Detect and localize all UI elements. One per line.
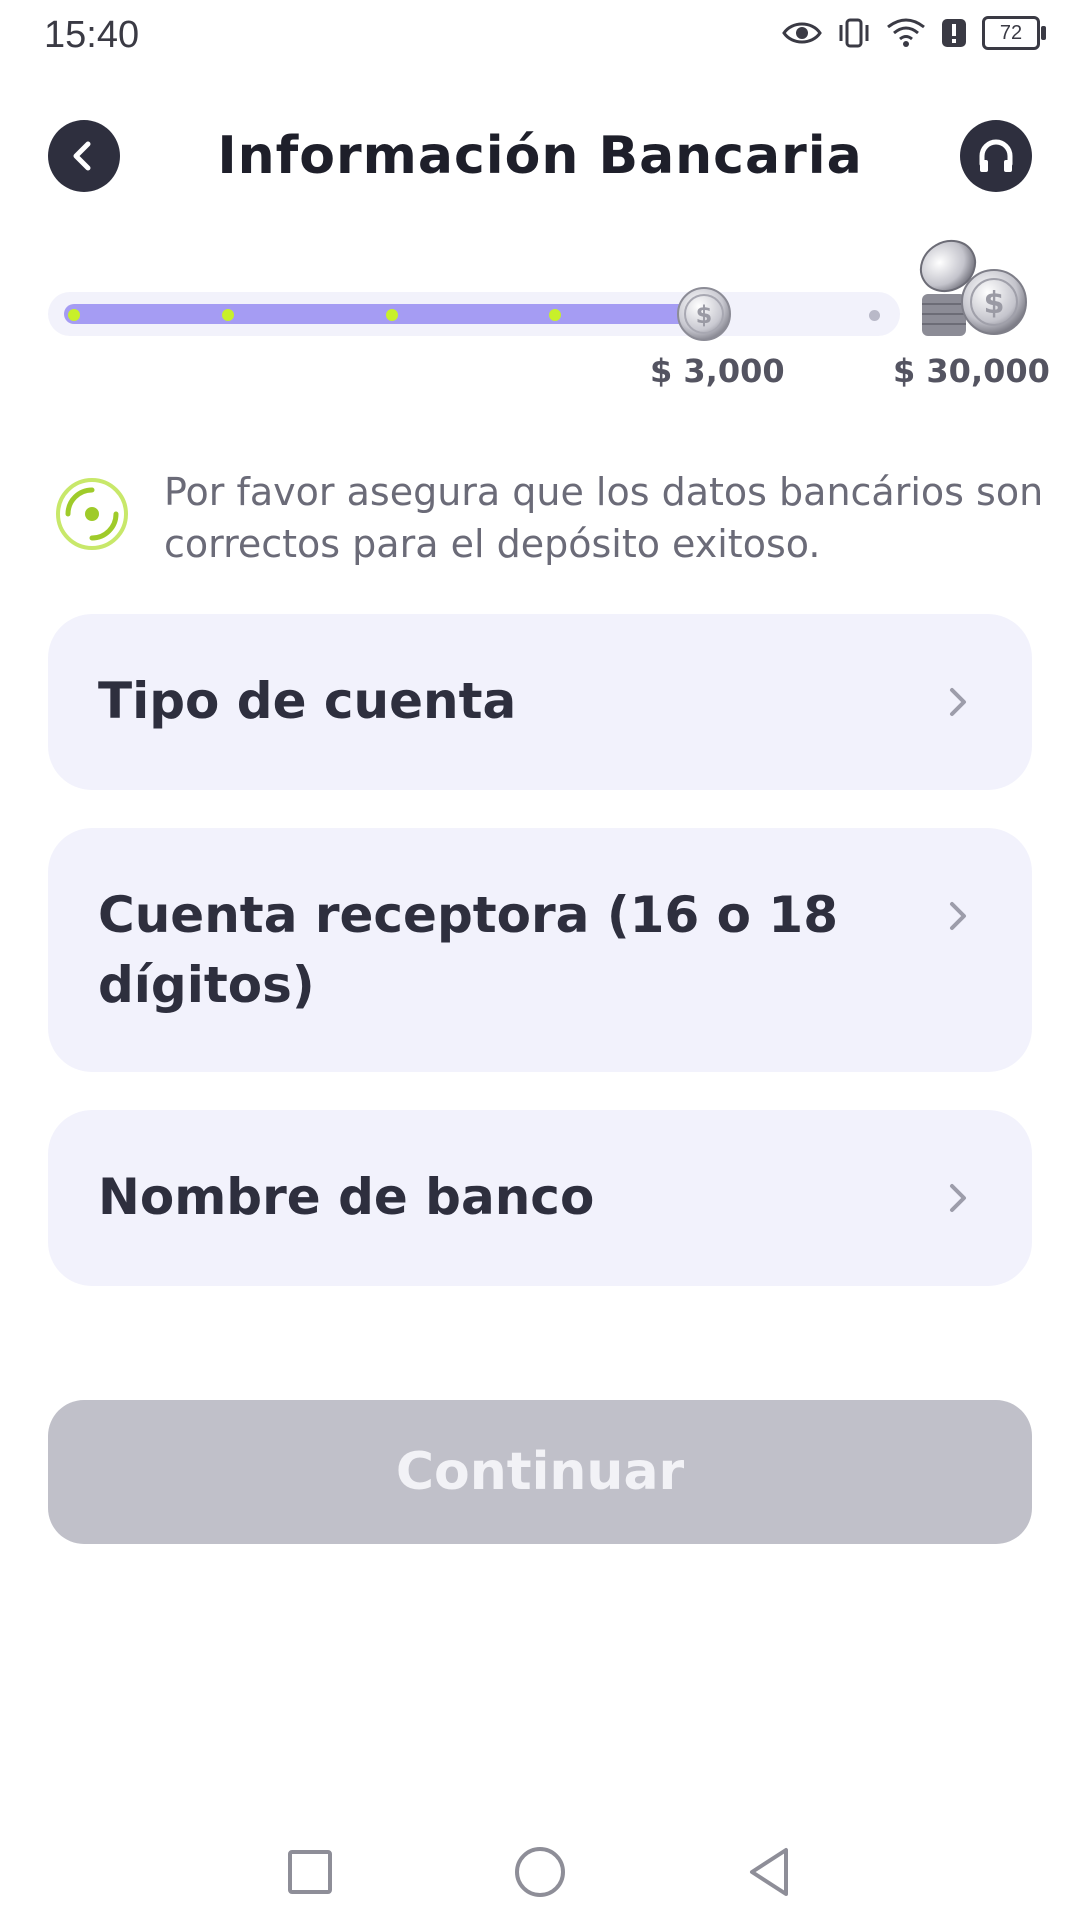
account-type-field[interactable]: Tipo de cuenta	[48, 614, 1032, 790]
wifi-icon	[887, 18, 925, 47]
field-label: Cuenta receptora (16 o 18 dígitos)	[98, 886, 838, 1014]
receiving-account-field[interactable]: Cuenta receptora (16 o 18 dígitos)	[48, 828, 1032, 1072]
alert-icon	[942, 19, 966, 47]
chevron-right-icon	[950, 688, 966, 716]
current-amount-label: $ 3,000	[650, 352, 785, 390]
chevron-right-icon	[950, 902, 966, 930]
progress-fill	[64, 304, 704, 324]
eye-icon	[782, 22, 822, 44]
status-bar: 15:40 72	[0, 0, 1080, 80]
coin-stack-icon: $	[919, 239, 1027, 336]
support-button[interactable]	[960, 120, 1032, 192]
progress-step-dot	[549, 309, 561, 321]
page-title: Información Bancaria	[217, 126, 863, 186]
progress-step-dot	[222, 309, 234, 321]
target-icon	[56, 478, 128, 550]
svg-text:$: $	[984, 286, 1005, 321]
field-label: Nombre de banco	[98, 1168, 595, 1226]
system-nav-bar	[0, 1820, 1080, 1920]
coin-slider-icon: $	[677, 287, 731, 341]
continue-button[interactable]: Continuar	[48, 1400, 1032, 1544]
status-icons: 72	[782, 16, 1046, 50]
recents-square-icon[interactable]	[278, 1840, 342, 1904]
svg-text:$: $	[696, 301, 713, 329]
progress-step-dot	[68, 309, 80, 321]
max-amount-label: $ 30,000	[893, 352, 1050, 390]
status-time: 15:40	[44, 14, 140, 56]
battery-icon: 72	[982, 16, 1046, 50]
bank-name-field[interactable]: Nombre de banco	[48, 1110, 1032, 1286]
home-circle-icon[interactable]	[508, 1840, 572, 1904]
progress-end-dot	[869, 310, 880, 321]
field-label: Tipo de cuenta	[98, 672, 517, 730]
notice-text: Por favor asegura que los datos bancário…	[164, 470, 1044, 566]
chevron-right-icon	[950, 1184, 966, 1212]
headset-icon	[979, 139, 1013, 172]
loan-progress-bar	[48, 292, 900, 336]
header: Información Bancaria	[0, 120, 1080, 200]
back-triangle-icon[interactable]	[738, 1840, 802, 1904]
progress-step-dot	[386, 309, 398, 321]
vibrate-icon	[839, 18, 869, 48]
